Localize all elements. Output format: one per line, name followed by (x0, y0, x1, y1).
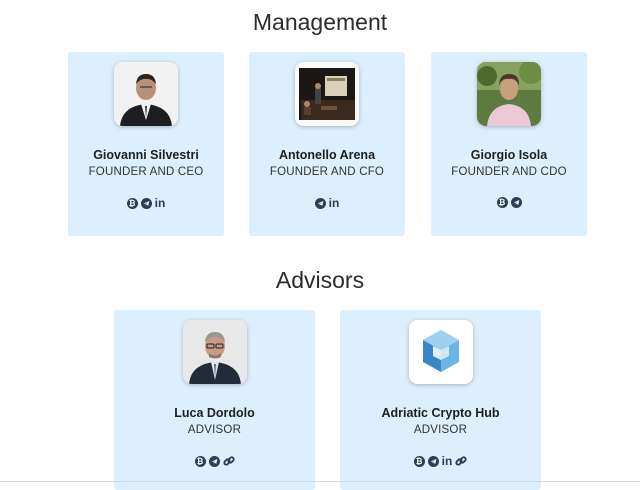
member-name: Giovanni Silvestri (93, 148, 199, 162)
member-role: FOUNDER AND CEO (88, 166, 204, 178)
telegram-icon[interactable] (140, 197, 152, 209)
team-card-giorgio-isola: Giorgio Isola FOUNDER AND CDO ₿ (431, 52, 587, 236)
advisors-title: Advisors (275, 267, 365, 293)
member-role: FOUNDER AND CFO (269, 166, 385, 178)
telegram-icon[interactable] (314, 197, 326, 209)
avatar (295, 62, 359, 126)
management-title: Management (252, 9, 388, 35)
team-card-adriatic-crypto-hub: Adriatic Crypto Hub ADVISOR ₿ in (340, 310, 541, 490)
linkedin-icon[interactable]: in (155, 197, 166, 209)
avatar (182, 320, 247, 384)
member-name: Luca Dordolo (174, 406, 255, 420)
link-icon[interactable] (222, 455, 235, 467)
bitcoin-icon[interactable]: ₿ (126, 197, 138, 209)
member-role: FOUNDER AND CDO (451, 166, 567, 178)
bitcoin-icon[interactable]: ₿ (496, 197, 508, 208)
member-role: ADVISOR (413, 424, 468, 436)
bitcoin-icon[interactable]: ₿ (194, 455, 206, 467)
avatar (477, 62, 541, 126)
member-name: Giorgio Isola (470, 148, 548, 162)
linkedin-icon[interactable]: in (329, 197, 340, 209)
member-role: ADVISOR (187, 424, 242, 436)
linkedin-icon[interactable]: in (442, 455, 453, 467)
team-card-luca-dordolo: Luca Dordolo ADVISOR ₿ (114, 310, 315, 490)
telegram-icon[interactable] (427, 455, 439, 467)
bitcoin-icon[interactable]: ₿ (413, 455, 425, 467)
avatar (408, 320, 473, 384)
telegram-icon[interactable] (510, 197, 522, 208)
team-card-giovanni-silvestri: Giovanni Silvestri FOUNDER AND CEO ₿ in (68, 52, 224, 236)
link-icon[interactable] (455, 455, 467, 467)
telegram-icon[interactable] (208, 455, 220, 467)
member-name: Antonello Arena (278, 148, 376, 162)
page-divider (0, 481, 640, 482)
avatar (114, 62, 178, 126)
member-name: Adriatic Crypto Hub (381, 406, 500, 420)
team-card-antonello-arena: Antonello Arena FOUNDER AND CFO in (249, 52, 405, 236)
